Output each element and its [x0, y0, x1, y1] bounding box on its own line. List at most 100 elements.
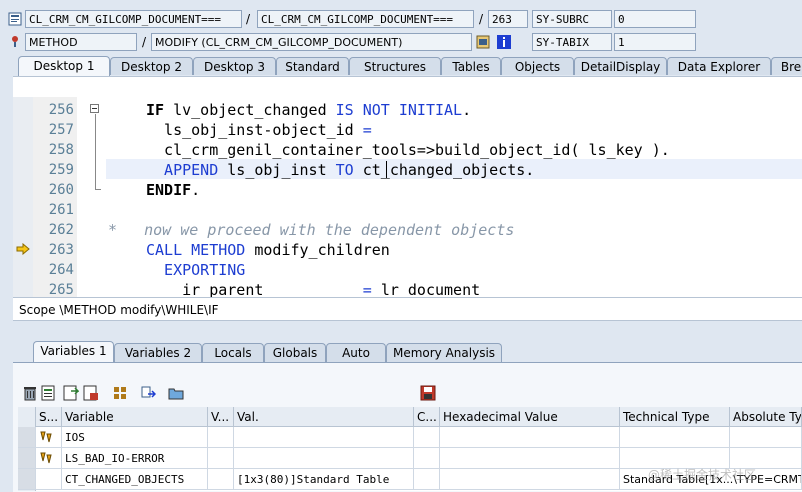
identifier-token: . [462, 101, 472, 119]
row-status[interactable] [36, 448, 62, 469]
tab-structures[interactable]: Structures [349, 57, 441, 75]
col-header-variable[interactable]: Variable [62, 407, 208, 427]
table-row-value[interactable] [234, 427, 414, 448]
col-header-value[interactable]: Val. [234, 407, 414, 427]
row-status[interactable] [36, 427, 62, 448]
tab-variables-1[interactable]: Variables 1 [33, 341, 114, 362]
save-icon[interactable] [420, 385, 436, 401]
col-header-c[interactable]: C... [414, 407, 440, 427]
table-row-value[interactable] [234, 448, 414, 469]
table-row-c [414, 469, 440, 490]
breakpoint-gutter[interactable] [13, 97, 33, 297]
type-field[interactable]: METHOD [25, 33, 137, 51]
program-field[interactable]: CL_CRM_CM_GILCOMP_DOCUMENT=== [25, 10, 242, 28]
separator: / [479, 12, 484, 26]
tab-standard[interactable]: Standard [276, 57, 349, 75]
keyword-token: TO [335, 161, 363, 179]
info-icon[interactable] [497, 35, 511, 49]
line-number: 258 [48, 142, 74, 158]
code-line[interactable]: APPEND ls_obj_inst TO ct_changed_objects… [146, 160, 534, 180]
navigate-icon[interactable] [476, 35, 490, 49]
tab-locals[interactable]: Locals [202, 343, 264, 362]
line-number: 259 [48, 162, 74, 178]
keyword-token: = [362, 121, 372, 139]
tab-data-explorer[interactable]: Data Explorer [667, 57, 771, 75]
event-field[interactable]: MODIFY (CL_CRM_CM_GILCOMP_DOCUMENT) [151, 33, 472, 51]
text-cursor [386, 161, 387, 178]
fold-guide [95, 114, 96, 190]
tab-tables[interactable]: Tables [441, 57, 501, 75]
fold-guide-end [95, 189, 101, 190]
tree-icon[interactable] [112, 385, 128, 401]
code-line[interactable]: ENDIF. [146, 180, 200, 200]
table-row-variable[interactable]: IOS [62, 427, 208, 448]
code-line[interactable]: EXPORTING [146, 260, 245, 280]
tab-auto[interactable]: Auto [326, 343, 386, 362]
table-row-variable[interactable]: LS_BAD_IO-ERROR [62, 448, 208, 469]
transfer-icon[interactable] [140, 385, 157, 401]
line-number: 256 [48, 102, 74, 118]
sysval-field-1[interactable]: 0 [614, 10, 696, 28]
line-number: 264 [48, 262, 74, 278]
identifier-token: lv_object_changed [173, 101, 336, 119]
line-number: 262 [48, 222, 74, 238]
line-field[interactable]: 263 [488, 10, 528, 28]
tab-objects[interactable]: Objects [501, 57, 574, 75]
table-row-hex [440, 469, 620, 490]
comment-token: * now we proceed with the dependent obje… [108, 221, 515, 239]
col-header-hex[interactable]: Hexadecimal Value [440, 407, 620, 427]
import-icon[interactable] [63, 385, 80, 401]
col-header-technical-type[interactable]: Technical Type [620, 407, 730, 427]
row-selector[interactable] [18, 448, 36, 469]
table-row-variable[interactable]: CT_CHANGED_OBJECTS [62, 469, 208, 490]
scope-bar: Scope \METHOD modify\WHILE\IF [13, 297, 802, 321]
keyword-token: CALL METHOD [146, 241, 255, 259]
tab-breakpoints[interactable]: Bre [771, 57, 802, 75]
method-icon [8, 34, 22, 48]
identifier-token: cl_crm_genil_container_tools=>build_obje… [146, 141, 670, 159]
code-line[interactable]: * now we proceed with the dependent obje… [108, 220, 514, 240]
table-row-c [414, 427, 440, 448]
tab-detail-display[interactable]: DetailDisplay [574, 57, 667, 75]
keyword-token: ENDIF [146, 181, 192, 199]
fold-toggle-icon[interactable] [90, 104, 99, 113]
tab-desktop-2[interactable]: Desktop 2 [110, 57, 193, 75]
row-selector[interactable] [18, 469, 36, 490]
sysval-field-2[interactable]: 1 [614, 33, 696, 51]
folder-icon[interactable] [168, 385, 184, 401]
insert-row-icon[interactable] [41, 385, 57, 401]
table-row-value[interactable]: [1x3(80)]Standard Table [234, 469, 414, 490]
sysvar-field-2[interactable]: SY-TABIX [532, 33, 612, 51]
row-selector[interactable] [18, 427, 36, 448]
code-line[interactable]: ls_obj_inst-object_id = [146, 120, 372, 140]
tab-variables-2[interactable]: Variables 2 [114, 343, 202, 362]
col-header-status[interactable]: S... [36, 407, 62, 427]
tab-desktop-1[interactable]: Desktop 1 [18, 56, 110, 76]
tab-memory-analysis[interactable]: Memory Analysis [386, 343, 502, 362]
code-line[interactable]: cl_crm_genil_container_tools=>build_obje… [146, 140, 670, 160]
col-header-v[interactable]: V... [208, 407, 234, 427]
keyword-token: IS NOT INITIAL [335, 101, 463, 119]
code-line[interactable]: IF lv_object_changed IS NOT INITIAL. [146, 100, 471, 120]
table-row-c [414, 448, 440, 469]
code-line[interactable]: CALL METHOD modify_children [146, 240, 390, 260]
watermark: @稀土掘金技术社区 [648, 468, 757, 482]
line-number: 260 [48, 182, 74, 198]
include-field[interactable]: CL_CRM_CM_GILCOMP_DOCUMENT=== [257, 10, 474, 28]
separator: / [142, 35, 147, 49]
status-icon [40, 452, 52, 464]
table-row-v [208, 469, 234, 490]
tab-globals[interactable]: Globals [264, 343, 326, 362]
tab-desktop-3[interactable]: Desktop 3 [193, 57, 276, 75]
identifier-token: ct_changed_objects. [362, 161, 535, 179]
line-number: 257 [48, 122, 74, 138]
identifier-token: modify_children [254, 241, 390, 259]
keyword-token: APPEND [146, 161, 228, 179]
col-header-absolute-type[interactable]: Absolute Typ [730, 407, 802, 427]
row-status[interactable] [36, 469, 62, 490]
table-row-abs [730, 427, 802, 448]
export-icon[interactable] [83, 385, 99, 401]
table-row-v [208, 427, 234, 448]
delete-icon[interactable] [22, 385, 38, 401]
sysvar-field-1[interactable]: SY-SUBRC [532, 10, 612, 28]
